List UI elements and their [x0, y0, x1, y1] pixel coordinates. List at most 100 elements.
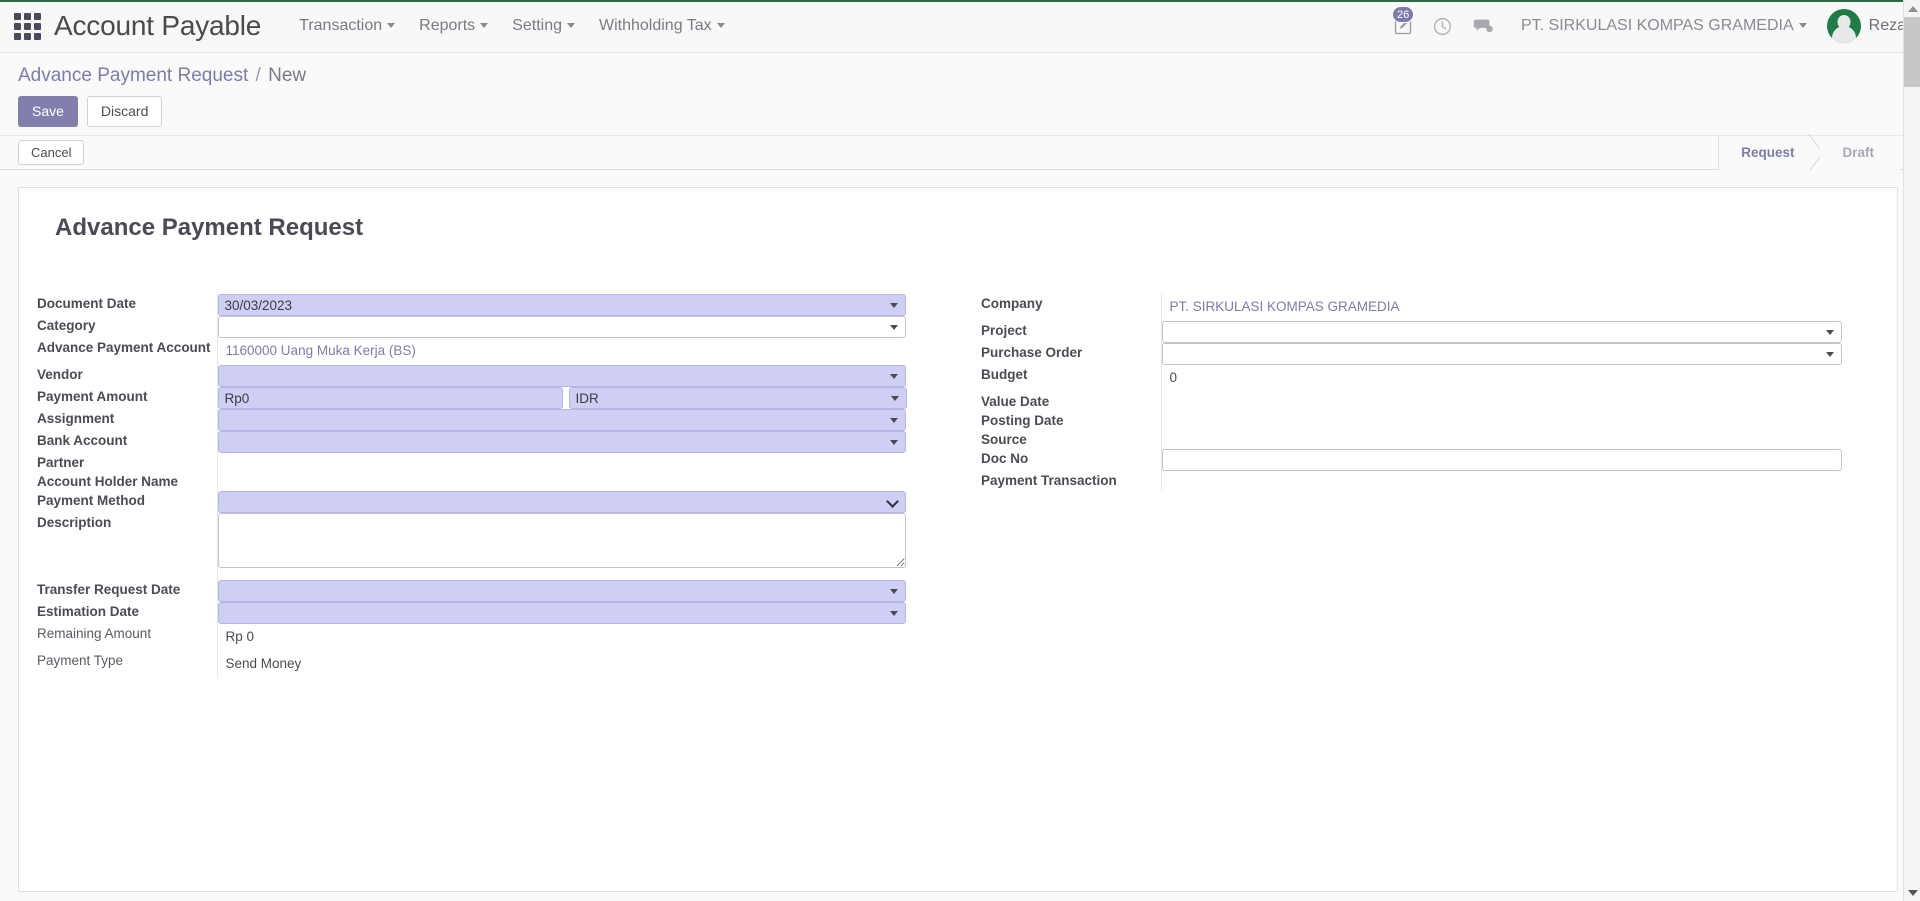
- menu-setting[interactable]: Setting: [500, 11, 587, 41]
- field-row-purchase-order: Purchase Order: [981, 343, 1865, 365]
- payment-type-value: Send Money: [225, 656, 302, 671]
- sheet-container: Advance Payment Request Document Date 30…: [0, 170, 1920, 901]
- chevron-down-icon: [387, 23, 396, 29]
- status-bar: Cancel Request Draft: [0, 135, 1920, 170]
- label-purchase-order: Purchase Order: [981, 345, 1083, 360]
- status-flow: Request Draft: [1718, 135, 1920, 170]
- avatar: [1826, 9, 1861, 43]
- chevron-down-icon: [716, 23, 725, 29]
- company-value[interactable]: PT. SIRKULASI KOMPAS GRAMEDIA: [1162, 294, 1866, 321]
- triangle-down-icon: [1907, 889, 1918, 896]
- breadcrumb-root[interactable]: Advance Payment Request: [18, 65, 248, 86]
- company-selector[interactable]: PT. SIRKULASI KOMPAS GRAMEDIA: [1509, 11, 1819, 41]
- clock-icon: [1434, 17, 1452, 35]
- form-right-column: Company PT. SIRKULASI KOMPAS GRAMEDIA Pr…: [951, 294, 1865, 678]
- messages-button[interactable]: [1463, 6, 1503, 46]
- clock-button[interactable]: [1423, 6, 1463, 46]
- currency-wrap: [568, 387, 907, 409]
- label-document-date: Document Date: [37, 296, 137, 311]
- status-stage-request-label: Request: [1741, 145, 1795, 160]
- label-remaining-amount: Remaining Amount: [37, 626, 152, 641]
- menu-reports[interactable]: Reports: [407, 11, 500, 41]
- bank-account-input[interactable]: [217, 431, 906, 453]
- field-row-partner: Partner: [37, 453, 951, 472]
- scroll-down-button[interactable]: [1904, 884, 1920, 901]
- payment-amount-wrap: [217, 387, 563, 409]
- currency-input[interactable]: [568, 387, 907, 409]
- main-menu: Transaction Reports Setting Withholding …: [287, 11, 737, 41]
- field-row-assignment: Assignment: [37, 409, 951, 431]
- page-scrollbar[interactable]: [1903, 0, 1920, 901]
- description-textarea[interactable]: [217, 513, 906, 568]
- apps-grid-icon[interactable]: [10, 9, 44, 43]
- label-project: Project: [981, 323, 1027, 338]
- field-row-remaining-amount: Remaining Amount Rp 0: [37, 624, 951, 651]
- transfer-request-date-input[interactable]: [217, 580, 906, 602]
- payment-method-select[interactable]: [217, 491, 906, 513]
- value-date-value: [1162, 392, 1866, 398]
- payment-amount-input[interactable]: [217, 387, 563, 409]
- field-row-vendor: Vendor: [37, 365, 951, 387]
- field-row-description: Description: [37, 513, 951, 580]
- breadcrumb-current: New: [268, 65, 307, 86]
- field-row-company: Company PT. SIRKULASI KOMPAS GRAMEDIA: [981, 294, 1865, 321]
- breadcrumb: Advance Payment Request / New: [0, 62, 1920, 90]
- scroll-up-button[interactable]: [1904, 0, 1920, 17]
- source-value: [1162, 430, 1866, 436]
- top-navbar: Account Payable Transaction Reports Sett…: [0, 0, 1920, 53]
- breadcrumb-bar: Advance Payment Request / New Save Disca…: [0, 53, 1920, 136]
- vendor-input[interactable]: [217, 365, 906, 387]
- scrollbar-thumb[interactable]: [1904, 17, 1920, 87]
- field-row-advance-payment-account: Advance Payment Account 1160000 Uang Muk…: [37, 338, 951, 365]
- document-date-wrap: [217, 294, 906, 316]
- navbar-right-group: 26 PT. SIRKULASI KOMPAS GRAMEDIA Reza: [1383, 6, 1906, 46]
- estimation-date-wrap: [217, 602, 906, 624]
- estimation-date-input[interactable]: [217, 602, 906, 624]
- project-input[interactable]: [1161, 321, 1842, 343]
- user-menu[interactable]: Reza: [1819, 9, 1906, 43]
- chat-bubble-icon: [1473, 19, 1493, 33]
- label-payment-transaction: Payment Transaction: [981, 473, 1117, 488]
- label-posting-date: Posting Date: [981, 413, 1064, 428]
- status-stage-draft[interactable]: Draft: [1820, 135, 1900, 170]
- menu-reports-label: Reports: [419, 17, 476, 34]
- app-brand-title[interactable]: Account Payable: [54, 10, 261, 42]
- save-button[interactable]: Save: [18, 96, 78, 127]
- advance-payment-account-value[interactable]: 1160000 Uang Muka Kerja (BS): [218, 338, 952, 365]
- purchase-order-input[interactable]: [1161, 343, 1842, 365]
- document-date-input[interactable]: [217, 294, 906, 316]
- field-row-payment-amount: Payment Amount: [37, 387, 951, 409]
- cancel-button[interactable]: Cancel: [18, 140, 85, 165]
- label-vendor: Vendor: [37, 367, 83, 382]
- status-stage-request[interactable]: Request: [1718, 135, 1821, 170]
- posting-date-value: [1162, 411, 1866, 417]
- menu-withholding-tax-label: Withholding Tax: [598, 17, 712, 34]
- triangle-up-icon: [1907, 5, 1918, 12]
- label-transfer-request-date: Transfer Request Date: [37, 582, 181, 597]
- category-wrap: [217, 316, 906, 338]
- menu-transaction[interactable]: Transaction: [287, 11, 407, 41]
- activities-button[interactable]: 26: [1383, 6, 1423, 46]
- label-description: Description: [37, 515, 112, 530]
- activities-badge: 26: [1391, 6, 1415, 23]
- chevron-down-icon: [1798, 23, 1807, 29]
- field-row-account-holder-name: Account Holder Name: [37, 472, 951, 491]
- budget-value: 0: [1169, 370, 1178, 385]
- record-action-bar: Save Discard: [0, 90, 1920, 136]
- doc-no-input[interactable]: [1161, 449, 1842, 471]
- assignment-input[interactable]: [217, 409, 906, 431]
- transfer-request-date-wrap: [217, 580, 906, 602]
- payment-transaction-value: [1162, 471, 1866, 477]
- doc-no-wrap: [1161, 449, 1842, 471]
- menu-withholding-tax[interactable]: Withholding Tax: [587, 11, 737, 41]
- form-left-column: Document Date Category: [37, 294, 951, 678]
- field-row-payment-type: Payment Type Send Money: [37, 651, 951, 678]
- status-stage-draft-label: Draft: [1842, 145, 1874, 160]
- payment-method-wrap: [217, 491, 906, 513]
- label-budget: Budget: [981, 367, 1028, 382]
- field-row-payment-transaction: Payment Transaction: [981, 471, 1865, 490]
- discard-button[interactable]: Discard: [86, 96, 163, 127]
- category-input[interactable]: [217, 316, 906, 338]
- field-row-budget: Budget 0: [981, 365, 1865, 392]
- breadcrumb-separator: /: [255, 65, 261, 86]
